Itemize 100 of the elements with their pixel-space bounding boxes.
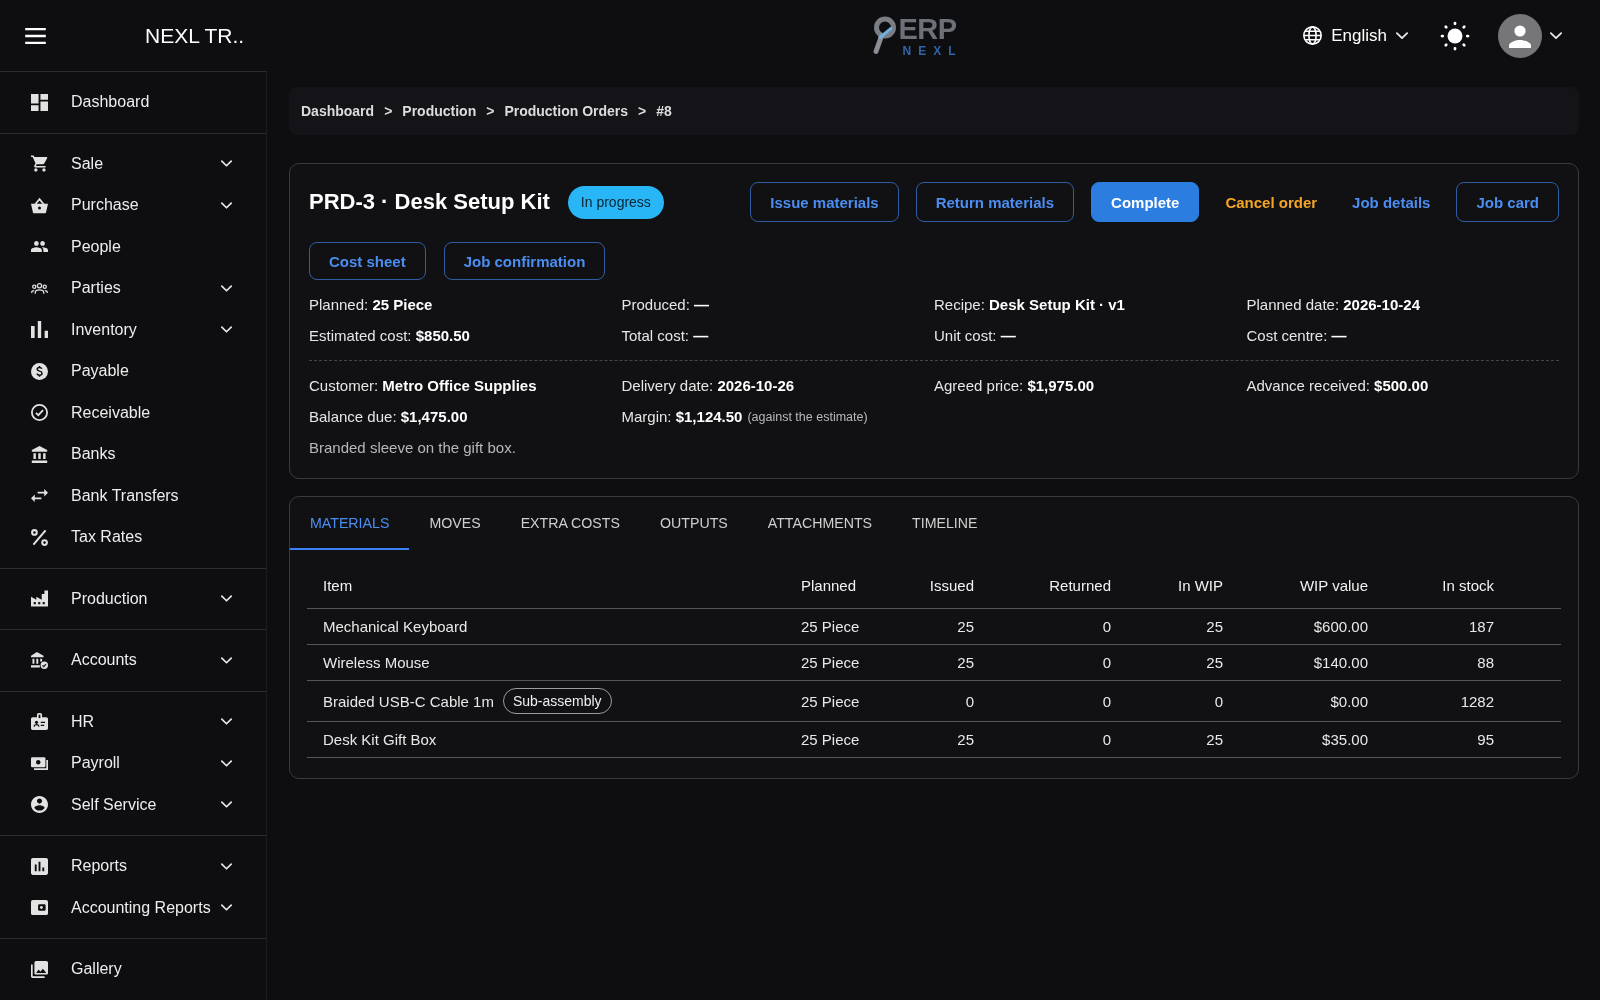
detail-field: Planned: 25 Piece [309, 295, 433, 314]
bank-icon [31, 445, 48, 463]
primary-button[interactable]: Complete [1091, 182, 1200, 222]
outlined-button[interactable]: Cost sheet [309, 242, 426, 280]
tab[interactable]: OUTPUTS [639, 497, 748, 550]
table-cell: 25 [1206, 654, 1223, 671]
table-cell: 187 [1468, 618, 1494, 635]
detail-field: Delivery date: 2026-10-26 [621, 376, 795, 395]
wallet-icon [31, 899, 48, 917]
table-cell: 25 Piece [801, 731, 860, 748]
chevron-down-icon [221, 759, 232, 767]
outlined-button[interactable]: Job card [1456, 182, 1559, 222]
chevron-down-icon [221, 801, 232, 809]
user-menu-button[interactable] [1498, 13, 1562, 58]
text-button[interactable]: Cancel order [1216, 182, 1327, 222]
chevron-down-icon [221, 326, 232, 334]
tab[interactable]: ATTACHMENTS [747, 497, 893, 550]
table-cell: 0 [1102, 654, 1111, 671]
column-header: In WIP [1178, 576, 1223, 594]
bar-chart-icon [31, 321, 48, 339]
breadcrumb-link[interactable]: Production [402, 103, 477, 119]
column-header: Returned [1049, 576, 1111, 594]
column-header: Planned [801, 576, 857, 594]
breadcrumb-current: #8 [656, 103, 672, 119]
table-cell: 0 [965, 692, 974, 710]
tab[interactable]: MOVES [409, 497, 501, 550]
tab[interactable]: MATERIALS [290, 497, 410, 550]
breadcrumb-separator: > [384, 103, 393, 119]
sidebar-item[interactable]: Gallery [0, 948, 266, 990]
column-header: In stock [1442, 576, 1494, 594]
table-cell: 25 [1206, 618, 1223, 635]
order-title: PRD-3 · Desk Setup Kit [309, 189, 550, 215]
sidebar-item[interactable]: Production [0, 578, 266, 620]
sidebar-item[interactable]: Accounts [0, 639, 266, 681]
gallery-icon [31, 960, 48, 978]
text-button[interactable]: Job details [1343, 182, 1440, 222]
table-cell: $0.00 [1330, 692, 1368, 710]
logo-icon [872, 15, 897, 54]
money-card-icon [31, 754, 48, 772]
sidebar-item[interactable]: Inventory [0, 309, 266, 351]
column-header: WIP value [1299, 576, 1368, 594]
chevron-down-icon [221, 160, 232, 168]
sidebar-item[interactable]: Payable [0, 350, 266, 392]
sidebar-item[interactable]: Accounting Reports [0, 887, 266, 929]
table-cell: $35.00 [1322, 731, 1368, 748]
table-cell: $140.00 [1313, 654, 1368, 671]
detail-field: Total cost: — [621, 326, 709, 345]
sidebar-item[interactable]: Reports [0, 845, 266, 887]
sidebar-item[interactable]: Bank Transfers [0, 475, 266, 517]
menu-icon[interactable] [25, 27, 46, 44]
tab[interactable]: TIMELINE [892, 497, 998, 550]
field-note: (against the estimate) [747, 408, 868, 426]
dollar-coin-icon [31, 362, 48, 380]
sidebar-item[interactable]: Sale [0, 143, 266, 185]
sidebar-item[interactable]: Parties [0, 267, 266, 309]
sun-icon[interactable] [1440, 20, 1470, 51]
chevron-down-icon [221, 718, 232, 726]
tab[interactable]: EXTRA COSTS [500, 497, 640, 550]
column-header: Issued [929, 576, 974, 594]
table-cell: Desk Kit Gift Box [323, 731, 437, 748]
outlined-button[interactable]: Return materials [915, 182, 1075, 222]
bank-check-icon [31, 651, 48, 669]
detail-field: Margin: $1,124.50 [621, 407, 743, 426]
sidebar-item[interactable]: HR [0, 701, 266, 743]
outlined-button[interactable]: Issue materials [750, 182, 899, 222]
sidebar-item[interactable]: Dashboard [0, 81, 266, 123]
avatar-icon [1498, 13, 1542, 58]
detail-field: Agreed price: $1,975.00 [934, 376, 1095, 395]
table-cell: $600.00 [1313, 618, 1368, 635]
grid-icon [31, 93, 48, 111]
chevron-down-icon [221, 656, 232, 664]
sidebar-item[interactable]: Self Service [0, 784, 266, 826]
sidebar-item[interactable]: Receivable [0, 392, 266, 434]
breadcrumb-link[interactable]: Production Orders [504, 103, 629, 119]
table-cell: 0 [1102, 692, 1111, 710]
status-badge: In progress [567, 185, 664, 219]
sidebar-item[interactable]: Purchase [0, 184, 266, 226]
chevron-down-icon [1550, 31, 1562, 40]
breadcrumb-separator: > [638, 103, 647, 119]
detail-field: Customer: Metro Office Supplies [309, 376, 537, 395]
chevron-down-icon [221, 904, 232, 912]
column-header: Item [323, 576, 353, 594]
table-cell: 88 [1477, 654, 1494, 671]
detail-field: Recipe: Desk Setup Kit · v1 [934, 295, 1125, 314]
sidebar-item[interactable]: Banks [0, 433, 266, 475]
table-cell: 95 [1477, 731, 1494, 748]
table-cell: Braided USB-C Cable 1m [323, 692, 494, 710]
breadcrumb-link[interactable]: Dashboard [301, 103, 375, 119]
table-cell: 1282 [1460, 692, 1494, 710]
order-notes: Branded sleeve on the gift box. [309, 439, 516, 456]
detail-field: Advance received: $500.00 [1246, 376, 1429, 395]
table-cell: 25 [957, 618, 974, 635]
outlined-button[interactable]: Job confirmation [443, 242, 606, 280]
language-selector[interactable]: English [1303, 25, 1408, 46]
sidebar-item[interactable]: Payroll [0, 742, 266, 784]
logo-text: ERP [898, 14, 957, 44]
sidebar-item[interactable]: People [0, 226, 266, 268]
sidebar-item[interactable]: Tax Rates [0, 516, 266, 558]
chevron-down-icon [1396, 31, 1408, 40]
table-cell: 25 [1206, 731, 1223, 748]
